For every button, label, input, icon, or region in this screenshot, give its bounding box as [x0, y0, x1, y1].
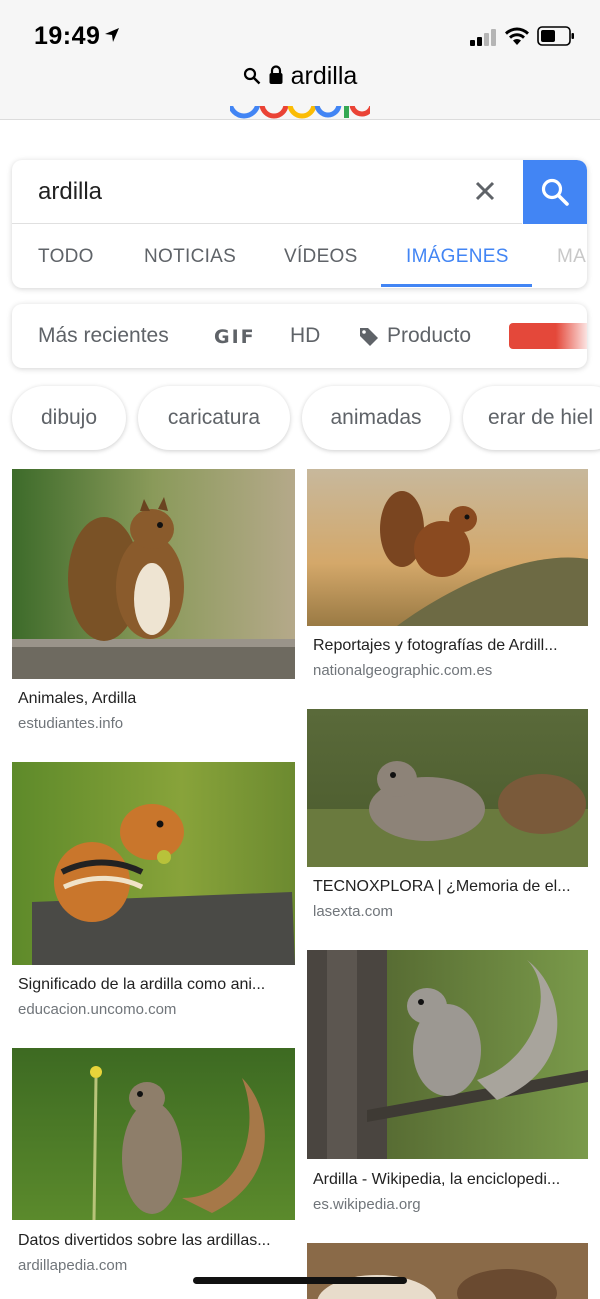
status-bar: 19:49 ardilla [0, 0, 600, 120]
result-title[interactable]: Ardilla - Wikipedia, la enciclopedi... [313, 1171, 581, 1189]
tab-todo[interactable]: TODO [38, 246, 94, 268]
tab-videos[interactable]: VÍDEOS [284, 246, 358, 268]
search-icon [243, 67, 261, 85]
status-time: 19:49 [34, 22, 101, 50]
result-source: es.wikipedia.org [313, 1196, 421, 1213]
color-filter-red[interactable] [509, 323, 587, 349]
result-source: lasexta.com [313, 903, 394, 920]
image-result[interactable]: TECNOXPLORA | ¿Memoria de el... lasexta.… [307, 709, 588, 929]
lock-icon [269, 65, 283, 84]
result-image[interactable] [307, 469, 588, 626]
chip-caricatura[interactable]: caricatura [138, 386, 290, 450]
search-input[interactable]: ardilla [38, 178, 102, 206]
clear-search-icon[interactable] [470, 176, 500, 206]
result-source: ardillapedia.com [18, 1257, 128, 1274]
url-text: ardilla [290, 62, 358, 90]
result-image[interactable] [12, 469, 295, 679]
battery-icon [537, 26, 574, 46]
image-result[interactable]: Animales, Ardilla estudiantes.info [12, 469, 295, 739]
result-image[interactable] [307, 1243, 588, 1299]
result-title[interactable]: Significado de la ardilla como ani... [18, 976, 293, 994]
result-image[interactable] [12, 762, 295, 965]
active-tab-indicator [381, 284, 532, 287]
result-title[interactable]: TECNOXPLORA | ¿Memoria de el... [313, 878, 581, 896]
google-logo [230, 106, 370, 119]
result-title[interactable]: Datos divertidos sobre las ardillas... [18, 1232, 293, 1250]
cellular-signal-icon [470, 28, 498, 46]
home-indicator[interactable] [193, 1277, 407, 1284]
result-title[interactable]: Animales, Ardilla [18, 690, 293, 708]
chip-erar-de-hiel[interactable]: erar de hiel [463, 386, 600, 450]
result-source: estudiantes.info [18, 715, 124, 732]
result-image[interactable] [12, 1048, 295, 1220]
result-title[interactable]: Reportajes y fotografías de Ardill... [313, 637, 581, 655]
filter-product[interactable]: Producto [387, 324, 471, 348]
tag-icon [360, 328, 378, 346]
result-source: educacion.uncomo.com [18, 1001, 177, 1018]
filter-hd[interactable]: HD [290, 324, 320, 348]
chip-dibujo[interactable]: dibujo [12, 386, 126, 450]
result-source: nationalgeographic.com.es [313, 662, 493, 679]
image-result[interactable]: Significado de la ardilla como ani... ed… [12, 762, 295, 1022]
result-image[interactable] [307, 950, 588, 1159]
search-icon [541, 178, 569, 206]
image-result[interactable]: Reportajes y fotografías de Ardill... na… [307, 469, 588, 689]
tab-noticias[interactable]: NOTICIAS [144, 246, 236, 268]
filter-bar: Más recientes GIF HD Producto [12, 304, 587, 368]
chip-animadas[interactable]: animadas [302, 386, 450, 450]
url-bar[interactable]: ardilla [0, 62, 600, 92]
tab-imagenes[interactable]: IMÁGENES [406, 246, 509, 268]
image-result[interactable]: Datos divertidos sobre las ardillas... a… [12, 1048, 295, 1278]
search-card: ardilla TODO NOTICIAS VÍDEOS IMÁGENES MA [12, 160, 587, 288]
filter-recent[interactable]: Más recientes [38, 324, 169, 348]
result-image[interactable] [307, 709, 588, 867]
filter-gif[interactable]: GIF [214, 326, 256, 348]
image-result[interactable]: Ardilla - Wikipedia, la enciclopedi... e… [307, 950, 588, 1220]
divider [12, 223, 522, 224]
image-result[interactable] [307, 1243, 588, 1299]
wifi-icon [505, 27, 529, 45]
search-button[interactable] [523, 160, 587, 224]
location-arrow-icon [105, 28, 119, 42]
tab-more[interactable]: MA [557, 246, 586, 268]
